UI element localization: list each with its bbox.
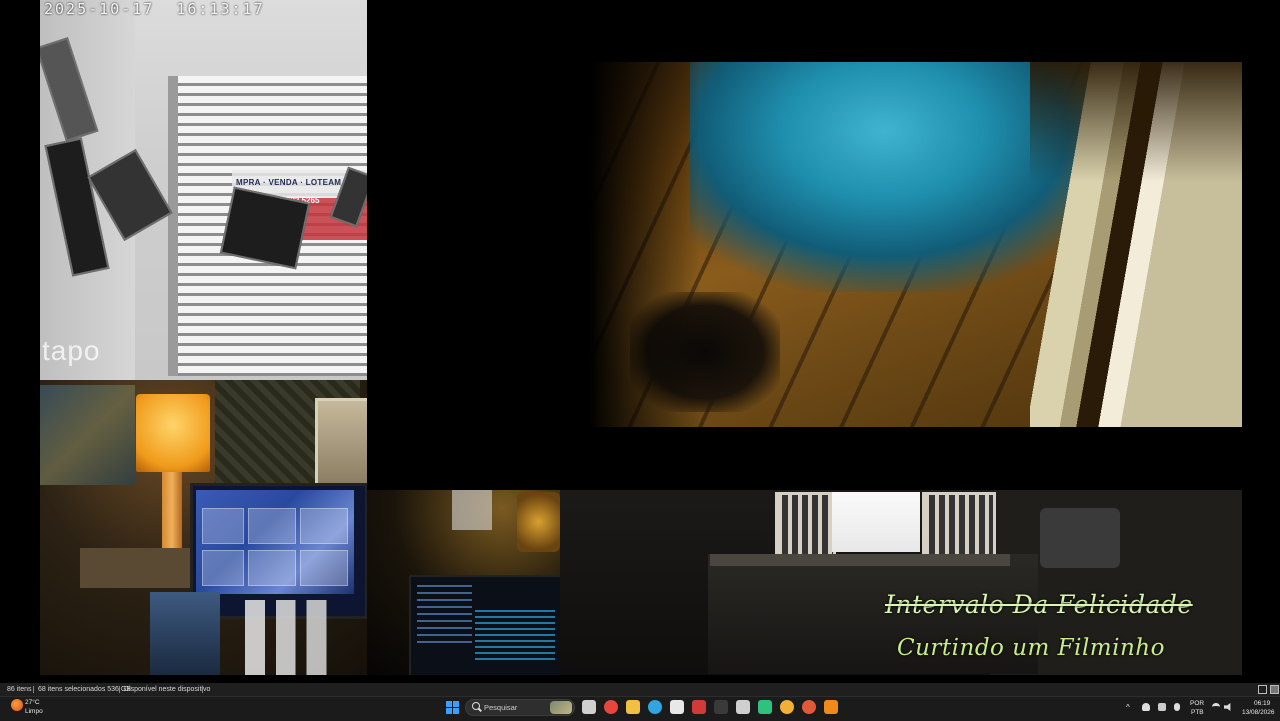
separator [202,686,203,693]
shelf [452,490,492,530]
security-icon[interactable] [736,700,750,714]
separator [33,686,34,693]
main-video-frame[interactable] [530,62,1242,427]
lamp-base [162,472,182,552]
vlc-icon[interactable] [824,700,838,714]
notepad-icon[interactable] [670,700,684,714]
start-button-icon[interactable] [446,701,459,714]
microphone-icon[interactable] [1174,703,1180,711]
screen-tile [202,550,244,586]
clock-time[interactable]: 06:19 [1254,700,1270,707]
adobe-icon[interactable] [692,700,706,714]
window-grille [922,492,996,558]
language-secondary[interactable]: PTB [1191,709,1204,716]
availability-status: Disponível neste dispositivo [124,686,211,693]
monitor-screen [196,490,354,594]
window [315,398,367,489]
item-count: 86 itens [7,686,32,693]
counter-top [710,554,1010,566]
screen-tile [300,508,348,544]
chrome-icon[interactable] [604,700,618,714]
screen-tile [248,508,296,544]
window-light [832,492,920,552]
chrome-profile-icon[interactable] [780,700,794,714]
camera-brand-watermark: tapo [42,335,101,366]
audio-waveform [475,610,555,660]
selection-info: 68 itens selecionados 536 GB [38,686,132,693]
lamp [517,492,560,552]
camera-feed-workstation [367,490,560,675]
screen-tile [300,550,348,586]
track-lines [417,585,472,645]
onedrive-cloud-icon[interactable] [1142,703,1150,711]
media-app-icon[interactable] [758,700,772,714]
wifi-icon[interactable] [1212,703,1220,711]
show-hidden-icons-chevron-icon[interactable]: ^ [1126,703,1130,712]
file-explorer-status-bar: 86 itens 68 itens selecionados 536 GB Di… [0,683,1280,696]
lamp-shade [136,394,210,472]
screen-tile [202,508,244,544]
obs-icon[interactable] [714,700,728,714]
window-grille [775,492,836,558]
gate-post [168,76,178,376]
chrome-alt-icon[interactable] [802,700,816,714]
separator [119,686,120,693]
file-explorer-icon[interactable] [626,700,640,714]
camera-feed-room-lamp [40,380,367,675]
search-highlight-image [550,701,572,714]
book [150,592,220,675]
weather-description[interactable]: Limpo [25,708,43,715]
clock-date[interactable]: 13/08/2026 [1242,709,1275,716]
overlay-subtitle: Curtindo um Filminho [897,635,1165,661]
overlay-title: Intervalo Da Felicidade [885,590,1193,619]
tiles-view-icon[interactable] [1270,685,1279,694]
edge-icon[interactable] [648,700,662,714]
task-view-icon[interactable] [582,700,596,714]
wall-poster [40,385,135,485]
taskbar [0,696,1280,721]
weather-icon[interactable] [11,699,23,711]
weather-temperature[interactable]: 27°C [25,699,40,706]
details-view-icon[interactable] [1258,685,1267,694]
screen-tile [248,550,296,586]
sign-text: MPRA · VENDA · LOTEAM [236,178,342,187]
search-placeholder[interactable]: Pesquisar [484,699,517,716]
language-primary[interactable]: POR [1190,700,1204,707]
door-shadow [1030,62,1242,182]
camera-feed-front-gate: MPRA · VENDA · LOTEAM 065 3622 5265 2025… [40,0,367,380]
camera-timestamp: 2025-10-17 16:13:17 [44,0,265,18]
vignette [530,62,700,427]
appliance [1040,508,1120,568]
app-tray-icon[interactable] [1158,703,1166,711]
bottles [245,600,355,675]
